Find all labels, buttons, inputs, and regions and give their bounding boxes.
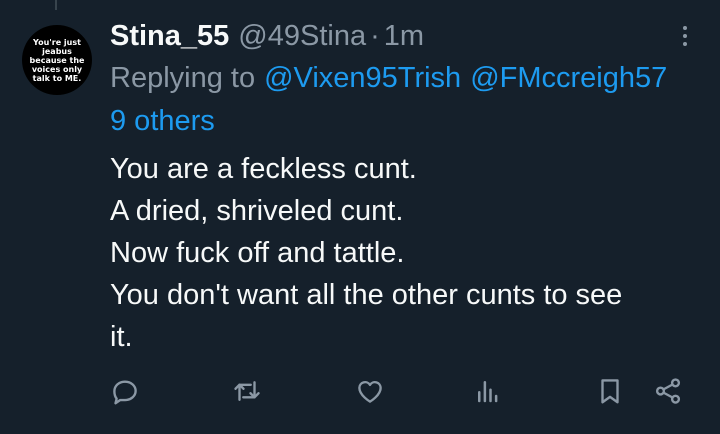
share-button[interactable] bbox=[651, 374, 685, 408]
views-button[interactable] bbox=[471, 374, 505, 408]
retweet-button[interactable] bbox=[230, 374, 264, 408]
others-link[interactable]: 9 others bbox=[110, 101, 215, 141]
separator-dot: · bbox=[370, 19, 380, 52]
share-icon bbox=[655, 378, 681, 404]
bookmark-icon bbox=[601, 379, 619, 404]
bookmark-button[interactable] bbox=[593, 374, 627, 408]
replying-to-label: Replying to bbox=[110, 61, 256, 94]
tweet-text-line: it. bbox=[110, 321, 133, 353]
tweet-text: You are a feckless cunt. A dried, shrive… bbox=[110, 148, 710, 358]
avatar[interactable]: You're just jeabus because the voices on… bbox=[22, 25, 92, 95]
mention-link[interactable]: @FMccreigh57 bbox=[470, 62, 667, 95]
tweet-text-line: You don't want all the other cunts to se… bbox=[110, 279, 623, 311]
action-bar bbox=[0, 370, 720, 410]
tweet-text-line: Now fuck off and tattle. bbox=[110, 237, 405, 269]
display-name[interactable]: Stina_55 bbox=[110, 20, 229, 53]
replying-to: Replying to @Vixen95Trish @FMccreigh57 bbox=[110, 58, 676, 98]
timestamp[interactable]: 1m bbox=[384, 20, 424, 53]
tweet-header: Stina_55 @49Stina · 1m bbox=[110, 16, 424, 56]
like-icon bbox=[358, 381, 382, 403]
like-button[interactable] bbox=[353, 374, 387, 408]
retweet-icon bbox=[234, 381, 260, 401]
thread-line bbox=[55, 0, 57, 10]
user-handle[interactable]: @49Stina bbox=[238, 20, 366, 53]
mention-link[interactable]: @Vixen95Trish bbox=[264, 62, 461, 95]
tweet-text-line: You are a feckless cunt. bbox=[110, 153, 417, 185]
avatar-text: You're just jeabus because the voices on… bbox=[29, 37, 85, 83]
more-options-icon[interactable] bbox=[676, 22, 694, 50]
tweet-text-line: A dried, shriveled cunt. bbox=[110, 195, 404, 227]
views-icon bbox=[478, 381, 498, 403]
reply-icon bbox=[113, 380, 137, 405]
reply-button[interactable] bbox=[108, 374, 142, 408]
